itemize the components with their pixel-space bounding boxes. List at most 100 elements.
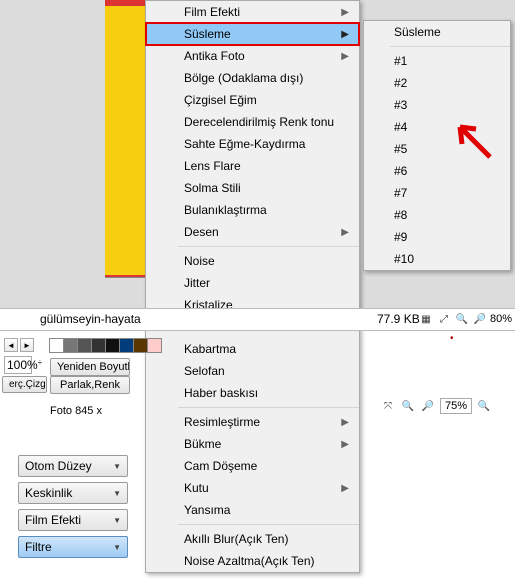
fit-icon[interactable]: ⤧ [380,398,396,414]
filter-label: Filtre [25,540,52,554]
film-effect-label: Film Efekti [25,513,81,527]
auto-level-label: Otom Düzey [25,459,92,473]
menu-item[interactable]: Sahte Eğme-Kaydırma [146,133,359,155]
menu-item[interactable]: Bükme ▶ [146,433,359,455]
menu-item[interactable]: Akıllı Blur(Açık Ten) [146,528,359,550]
color-swatch[interactable] [91,338,106,353]
zoom-out-icon[interactable]: 🔍 [400,398,416,414]
submenu-item[interactable]: #2 [364,72,510,94]
menu-item-label: Süsleme [184,27,231,41]
nav-right-button[interactable]: ► [20,338,34,352]
menu-item[interactable]: Lens Flare [146,155,359,177]
color-swatch[interactable] [63,338,78,353]
submenu-arrow-icon: ▶ [341,483,349,494]
checker-icon[interactable]: ▦ [418,311,434,327]
zoom-in-icon[interactable]: 🔍 [454,311,470,327]
submenu-item[interactable]: #8 [364,204,510,226]
status-bar: gülümseyin-hayata 77.9 KB ▦ ⤢ 🔍 🔎 80% [0,308,515,331]
menu-item[interactable]: Noise Azaltma(Açık Ten) [146,550,359,572]
filter-menu[interactable]: Film Efekti ▶ Süsleme ▶ Antika Foto ▶ Bölge (O… [145,0,360,573]
color-swatch[interactable] [133,338,148,353]
menu-item-label: Film Efekti [184,5,240,19]
menu-item[interactable]: Bulanıklaştırma [146,199,359,221]
menu-item-label: Antika Foto [184,49,245,63]
menu-item-label: Bükme [184,437,221,451]
zoom-fit-icon[interactable]: ⤢ [436,311,452,327]
menu-item-label: Resimleştirme [184,415,260,429]
menu-item[interactable]: Bölge (Odaklama dışı) [146,67,359,89]
color-swatch[interactable] [77,338,92,353]
submenu-arrow-icon: ▶ [341,51,349,62]
submenu-item[interactable]: #9 [364,226,510,248]
submenu-arrow-icon: ▶ [341,227,349,238]
submenu-item[interactable]: #4 [364,116,510,138]
menu-item[interactable]: Derecelendirilmiş Renk tonu [146,111,359,133]
menu-item-label: Çizgisel Eğim [184,93,257,107]
submenu-item[interactable]: #6 [364,160,510,182]
menu-item[interactable]: Solma Stili [146,177,359,199]
sharpness-button[interactable]: Keskinlik ▼ [18,482,128,504]
frame-line-button[interactable]: erç.Çizgisi [2,376,47,393]
menu-item[interactable]: Jitter [146,272,359,294]
submenu-title: Süsleme [364,21,510,43]
zoom-actual-icon[interactable]: 🔎 [472,311,488,327]
menu-item[interactable]: Film Efekti ▶ [146,1,359,23]
menu-item[interactable]: Yansıma [146,499,359,521]
menu-item-label: Jitter [184,276,210,290]
color-swatch[interactable] [49,338,64,353]
submenu-arrow-icon: ▶ [341,29,349,40]
susleme-submenu[interactable]: Süsleme #1#2#3#4#5#6#7#8#9#10 [363,20,511,271]
auto-level-button[interactable]: Otom Düzey ▼ [18,455,128,477]
menu-separator [390,46,510,47]
zoom-percent-top: 80% [490,313,512,325]
submenu-item[interactable]: #7 [364,182,510,204]
tool-options: ◄ ► 100%÷ Yeniden Boyutl. Parlak,Renk er… [0,336,360,396]
color-swatch[interactable] [105,338,120,353]
brightness-color-button[interactable]: Parlak,Renk [50,376,130,394]
menu-item-label: Lens Flare [184,159,241,173]
menu-item[interactable]: Desen▶ [146,221,359,243]
menu-item[interactable]: Süsleme ▶ [146,23,359,45]
zoom-in-icon-2[interactable]: 🔎 [420,398,436,414]
dropdown-icon: ▼ [113,516,121,525]
menu-separator [178,524,359,525]
submenu-arrow-icon: ▶ [341,7,349,18]
submenu-item[interactable]: #3 [364,94,510,116]
menu-item-label: Akıllı Blur(Açık Ten) [184,532,288,546]
menu-item-label: Derecelendirilmiş Renk tonu [184,115,334,129]
menu-item[interactable]: Kutu▶ [146,477,359,499]
menu-item-label: Yansıma [184,503,230,517]
opacity-field[interactable]: 100%÷ [4,356,32,374]
warning-dot: • [450,333,454,344]
color-swatch[interactable] [147,338,162,353]
resize-button[interactable]: Yeniden Boyutl. [50,358,130,376]
menu-item-label: Noise Azaltma(Açık Ten) [184,554,315,568]
color-swatches[interactable] [50,338,162,353]
submenu-item[interactable]: #10 [364,248,510,270]
menu-item-label: Sahte Eğme-Kaydırma [184,137,305,151]
submenu-item[interactable]: #5 [364,138,510,160]
menu-item-label: Bölge (Odaklama dışı) [184,71,303,85]
color-swatch[interactable] [119,338,134,353]
dimensions-label: Foto 845 x [50,405,102,417]
submenu-arrow-icon: ▶ [341,439,349,450]
dropdown-icon: ▼ [113,489,121,498]
menu-item[interactable]: Çizgisel Eğim [146,89,359,111]
submenu-item[interactable]: #1 [364,50,510,72]
menu-item[interactable]: Resimleştirme▶ [146,411,359,433]
zoom-menu-icon[interactable]: 🔍 [476,398,492,414]
filter-button[interactable]: Filtre▼ [18,536,128,558]
filesize-label: 77.9 KB [377,312,420,326]
menu-separator [178,407,359,408]
nav-left-button[interactable]: ◄ [4,338,18,352]
menu-item[interactable]: Cam Döşeme [146,455,359,477]
opacity-value: 100% [7,358,38,372]
menu-item-label: Bulanıklaştırma [184,203,267,217]
zoom-percent-bottom[interactable]: 75% [440,398,472,414]
dropdown-icon: ▼ [113,462,121,471]
menu-item[interactable]: Noise [146,250,359,272]
sharpness-label: Keskinlik [25,486,72,500]
menu-item[interactable]: Antika Foto ▶ [146,45,359,67]
film-effect-button[interactable]: Film Efekti ▼ [18,509,128,531]
menu-item-label: Solma Stili [184,181,241,195]
